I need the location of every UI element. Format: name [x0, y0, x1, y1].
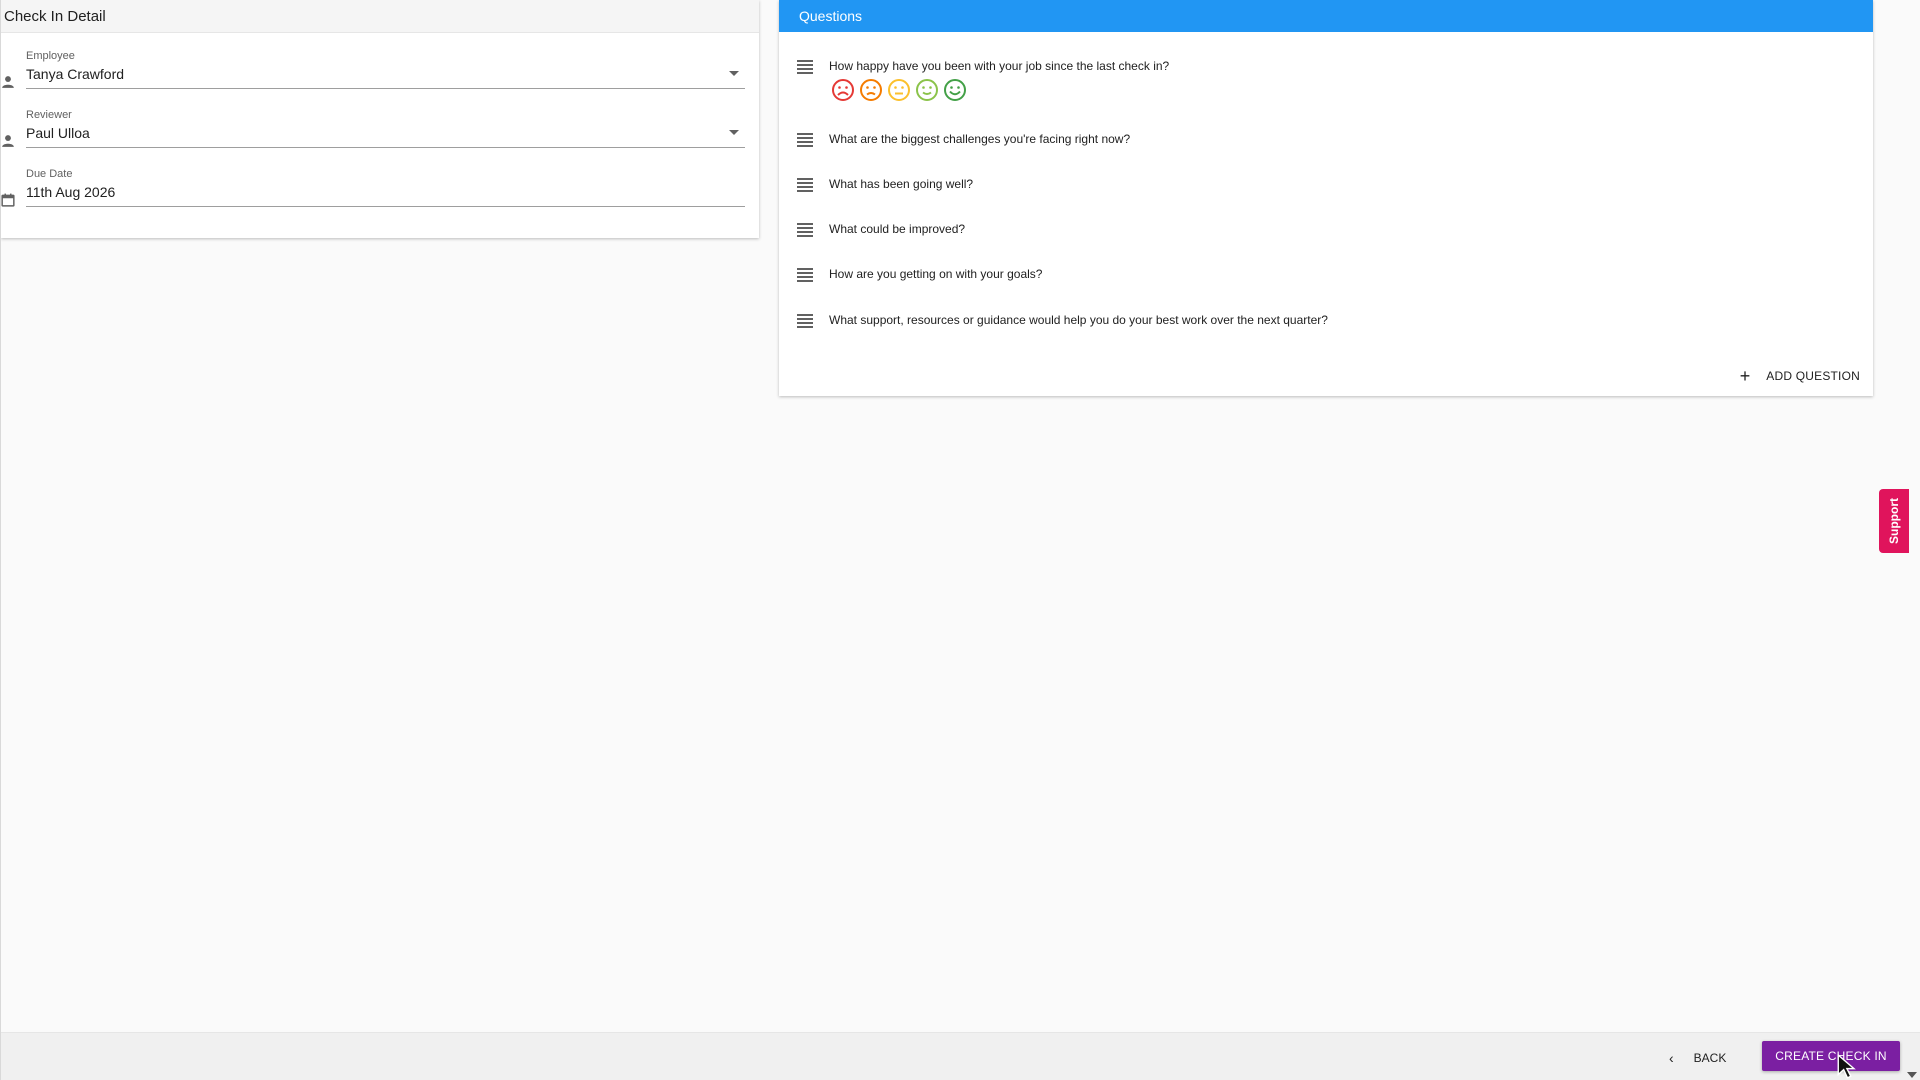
employee-value[interactable]: Tanya Crawford — [26, 66, 124, 82]
reviewer-field[interactable]: Reviewer Paul Ulloa — [1, 109, 745, 159]
chevron-left-icon: ‹ — [1669, 1050, 1674, 1066]
drag-handle-icon[interactable] — [797, 222, 813, 238]
reviewer-label: Reviewer — [26, 109, 72, 121]
person-icon — [2, 76, 14, 88]
scroll-down-arrow-icon[interactable] — [1907, 1072, 1917, 1078]
add-question-button[interactable]: + ADD QUESTION — [1740, 366, 1860, 386]
support-label: Support — [1887, 498, 1901, 544]
detail-title: Check In Detail — [4, 7, 106, 25]
question-text: What support, resources or guidance woul… — [829, 313, 1328, 327]
chevron-down-icon[interactable] — [729, 71, 739, 76]
add-question-label: ADD QUESTION — [1766, 369, 1860, 383]
due-date-underline — [26, 206, 745, 207]
question-text: What could be improved? — [829, 222, 966, 236]
drag-handle-icon[interactable] — [797, 177, 813, 193]
due-date-field[interactable]: Due Date 11th Aug 2026 — [1, 168, 745, 218]
back-label: BACK — [1693, 1051, 1727, 1065]
happiness-rating — [831, 78, 967, 102]
question-text: What has been going well? — [829, 177, 974, 191]
chevron-down-icon[interactable] — [729, 130, 739, 135]
calendar-icon — [1, 193, 15, 207]
drag-handle-icon[interactable] — [797, 313, 813, 329]
due-date-value[interactable]: 11th Aug 2026 — [26, 184, 115, 200]
questions-card: Questions How happy have you been with y… — [779, 0, 1873, 396]
happy-face-icon[interactable] — [915, 78, 939, 102]
questions-title: Questions — [799, 8, 863, 24]
support-tab[interactable]: Support — [1879, 489, 1909, 553]
question-row[interactable]: What support, resources or guidance woul… — [797, 312, 1328, 342]
questions-header: Questions — [779, 0, 1873, 32]
question-row[interactable]: How are you getting on with your goals? — [797, 266, 1042, 296]
employee-label: Employee — [26, 50, 75, 62]
question-text: What are the biggest challenges you're f… — [829, 132, 1131, 146]
create-check-in-button[interactable]: CREATE CHECK IN — [1762, 1041, 1900, 1071]
due-date-label: Due Date — [26, 168, 73, 180]
footer-bar: ‹ BACK CREATE CHECK IN — [1, 1032, 1920, 1080]
question-text: How are you getting on with your goals? — [829, 267, 1043, 281]
drag-handle-icon[interactable] — [797, 132, 813, 148]
employee-field[interactable]: Employee Tanya Crawford — [1, 50, 745, 100]
very-sad-face-icon[interactable] — [831, 78, 855, 102]
drag-handle-icon[interactable] — [797, 59, 813, 75]
question-text: How happy have you been with your job si… — [829, 59, 1170, 73]
person-icon — [2, 135, 14, 147]
sad-face-icon[interactable] — [859, 78, 883, 102]
question-row[interactable]: What could be improved? — [797, 221, 965, 251]
employee-underline — [26, 88, 745, 89]
detail-header: Check In Detail — [1, 0, 759, 33]
back-button[interactable]: ‹ BACK — [1669, 1048, 1726, 1068]
app-viewport: Check In Detail Employee Tanya Crawford … — [0, 0, 1920, 1080]
reviewer-value[interactable]: Paul Ulloa — [26, 125, 90, 141]
drag-handle-icon[interactable] — [797, 267, 813, 283]
reviewer-underline — [26, 147, 745, 148]
question-row[interactable]: What are the biggest challenges you're f… — [797, 131, 1130, 161]
mouse-cursor-icon — [1837, 1054, 1856, 1079]
plus-icon: + — [1739, 366, 1751, 386]
very-happy-face-icon[interactable] — [943, 78, 967, 102]
neutral-face-icon[interactable] — [887, 78, 911, 102]
check-in-detail-card: Check In Detail Employee Tanya Crawford … — [1, 0, 759, 238]
question-row[interactable]: What has been going well? — [797, 176, 973, 206]
